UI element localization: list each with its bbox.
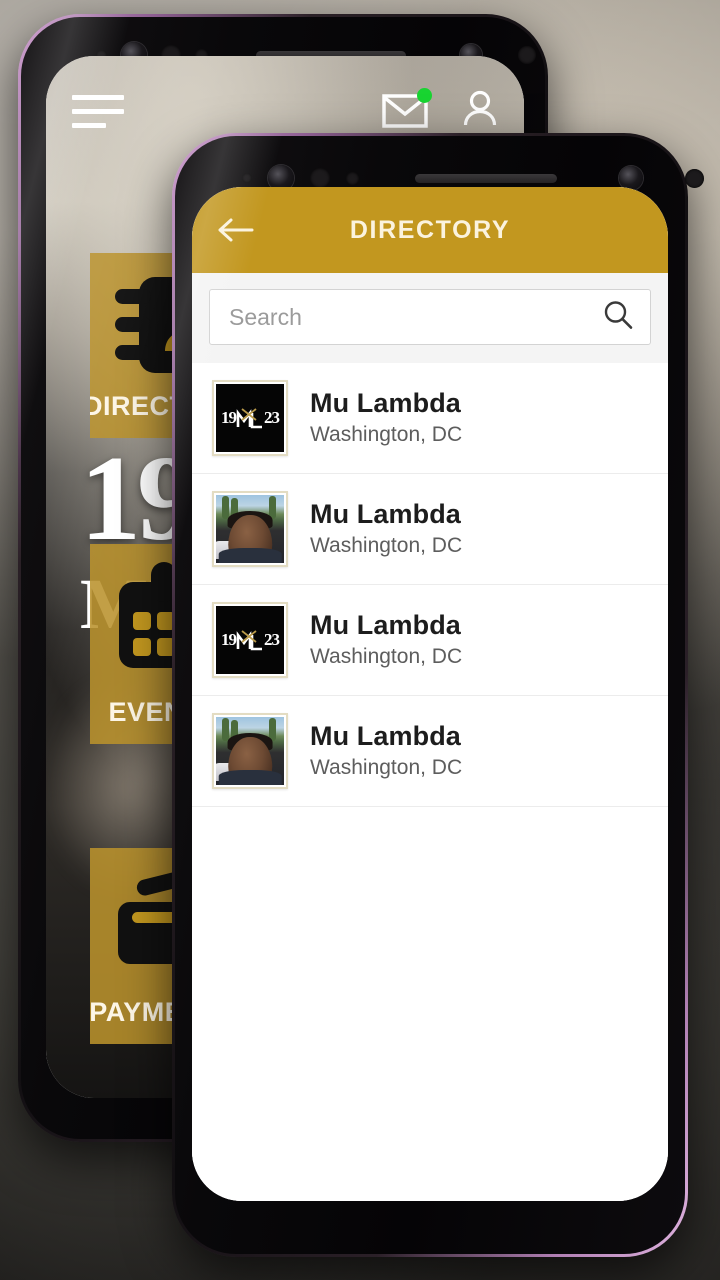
avatar bbox=[212, 713, 288, 789]
directory-row[interactable]: Mu Lambda Washington, DC bbox=[192, 696, 668, 807]
unread-badge bbox=[417, 88, 432, 103]
chapter-logo-icon: 19 23 bbox=[216, 606, 284, 674]
search-icon[interactable] bbox=[602, 299, 634, 336]
light-sensor bbox=[346, 171, 359, 185]
person-icon[interactable] bbox=[462, 90, 498, 133]
directory-row-text: Mu Lambda Washington, DC bbox=[310, 721, 462, 780]
directory-row-text: Mu Lambda Washington, DC bbox=[310, 610, 462, 669]
hamburger-menu-icon[interactable] bbox=[72, 94, 124, 128]
foreground-phone-device: DIRECTORY 1923Mu LambdaWashington, DCMu … bbox=[172, 133, 704, 1257]
member-name: Mu Lambda bbox=[310, 499, 461, 530]
avatar bbox=[212, 491, 288, 567]
envelope-icon[interactable] bbox=[382, 88, 432, 129]
directory-row[interactable]: 19 23 Mu Lambda Washington, DC bbox=[192, 363, 668, 474]
avatar: 19 23 bbox=[212, 380, 288, 456]
page-title: DIRECTORY bbox=[349, 215, 511, 244]
directory-row[interactable]: Mu Lambda Washington, DC bbox=[192, 474, 668, 585]
app-header-bar: DIRECTORY bbox=[192, 187, 668, 273]
chapter-logo-icon: 19 23 bbox=[216, 384, 284, 452]
member-photo bbox=[216, 495, 284, 563]
member-photo bbox=[216, 717, 284, 785]
earpiece-speaker bbox=[415, 173, 557, 183]
directory-row-text: Mu Lambda Washington, DC bbox=[310, 499, 462, 558]
foreground-phone-screen: DIRECTORY 1923Mu LambdaWashington, DCMu … bbox=[192, 187, 668, 1201]
iris-sensor bbox=[310, 168, 330, 188]
arrow-left-icon[interactable] bbox=[214, 209, 256, 251]
avatar: 19 23 bbox=[212, 602, 288, 678]
search-strip bbox=[192, 273, 668, 363]
member-location: Washington, DC bbox=[310, 645, 463, 669]
logo-year-suffix: 23 bbox=[264, 408, 280, 427]
member-name: Mu Lambda bbox=[310, 610, 461, 641]
member-location: Washington, DC bbox=[310, 423, 463, 447]
search-input[interactable] bbox=[229, 303, 592, 331]
member-location: Washington, DC bbox=[310, 534, 463, 558]
logo-year-prefix: 19 bbox=[221, 630, 237, 649]
logo-year-suffix: 23 bbox=[264, 630, 280, 649]
directory-list[interactable]: 19 23 Mu Lambda Washington, DC Mu Lambda Wash… bbox=[192, 363, 668, 1201]
directory-row-text: Mu Lambda Washington, DC bbox=[310, 388, 462, 447]
search-box[interactable] bbox=[209, 289, 651, 345]
member-name: Mu Lambda bbox=[310, 388, 461, 419]
logo-year-prefix: 19 bbox=[221, 408, 237, 427]
member-name: Mu Lambda bbox=[310, 721, 461, 752]
sensor-dot bbox=[685, 168, 704, 188]
directory-app: DIRECTORY 1923Mu LambdaWashington, DCMu … bbox=[192, 187, 668, 1201]
proximity-sensor bbox=[242, 173, 252, 183]
member-location: Washington, DC bbox=[310, 756, 463, 780]
directory-row[interactable]: 19 23 Mu Lambda Washington, DC bbox=[192, 585, 668, 696]
